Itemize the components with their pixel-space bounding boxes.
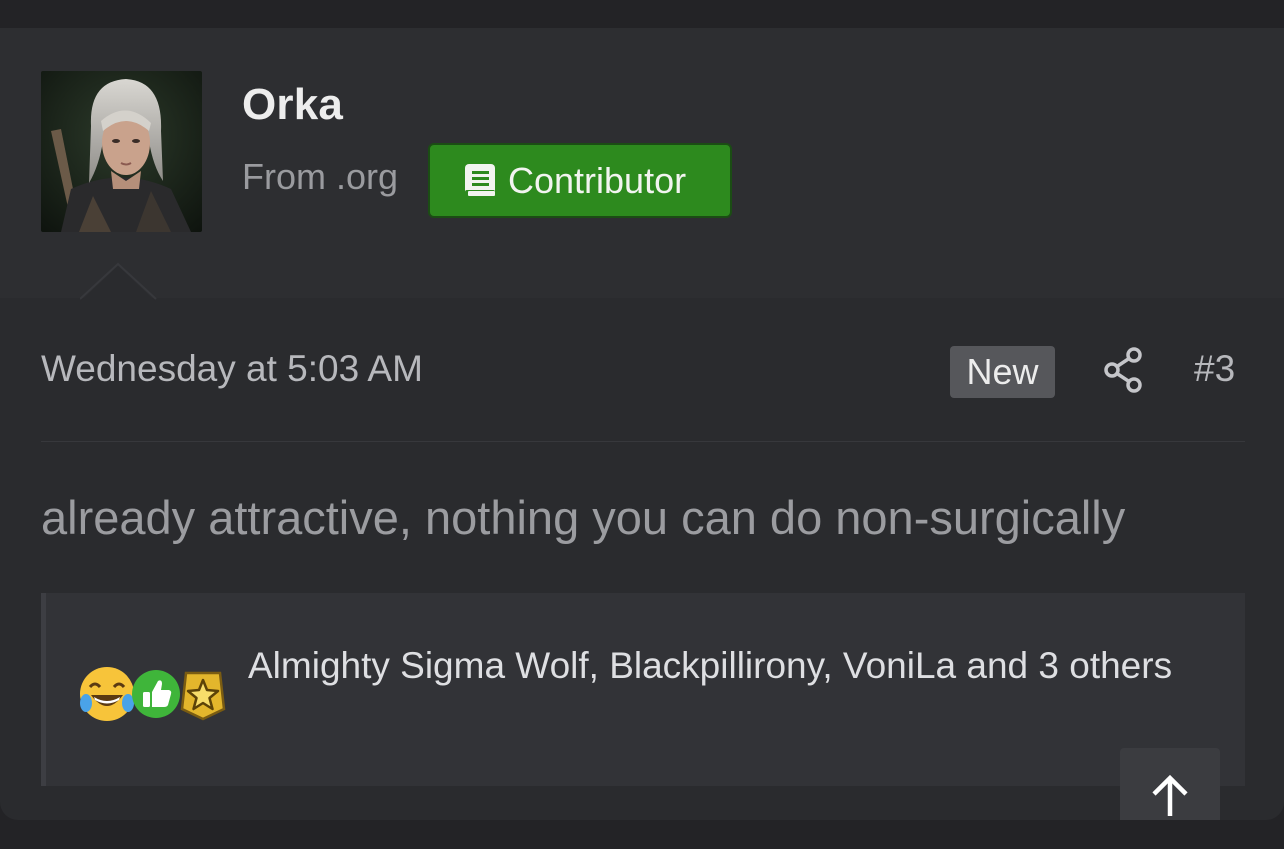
arrow-up-icon	[1152, 774, 1188, 816]
post-card: Orka From .org Contributor Wednesday at …	[0, 28, 1284, 820]
book-icon	[465, 163, 495, 198]
badge-label: Contributor	[508, 159, 687, 201]
username[interactable]: Orka	[242, 80, 343, 130]
laughing-crying-emoji-icon	[80, 667, 134, 721]
page: Orka From .org Contributor Wednesday at …	[0, 0, 1284, 849]
user-location: From .org	[242, 156, 399, 197]
thumbs-up-icon	[132, 670, 180, 718]
header-pointer	[80, 262, 157, 302]
user-header: Orka From .org Contributor	[0, 28, 1284, 298]
reactions-bar[interactable]: Almighty Sigma Wolf, Blackpillirony, Von…	[41, 593, 1245, 786]
contributor-badge: Contributor	[428, 143, 732, 218]
avatar-image	[41, 71, 202, 232]
reaction-users[interactable]: Almighty Sigma Wolf, Blackpillirony, Von…	[248, 635, 1218, 696]
post-body: already attractive, nothing you can do n…	[41, 491, 1126, 544]
scroll-to-top-button[interactable]	[1120, 748, 1220, 820]
share-icon[interactable]	[1102, 346, 1146, 394]
reaction-icons[interactable]	[78, 665, 238, 725]
avatar[interactable]	[41, 71, 202, 232]
new-badge: New	[950, 346, 1055, 398]
post-date[interactable]: Wednesday at 5:03 AM	[41, 348, 423, 390]
divider	[41, 441, 1245, 442]
post-number[interactable]: #3	[1194, 348, 1235, 390]
star-badge-icon	[180, 671, 226, 721]
